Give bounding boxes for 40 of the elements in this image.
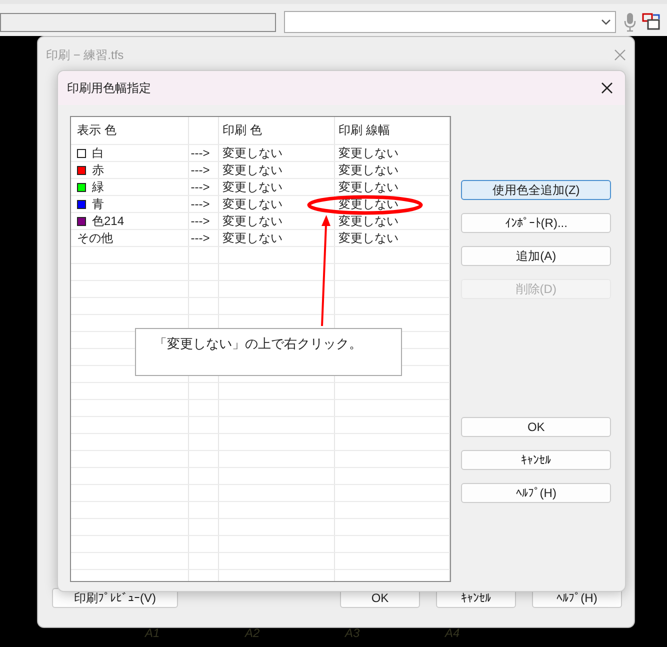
- dialog-button[interactable]: ﾍﾙﾌﾟ(H): [461, 483, 611, 503]
- callout: 「変更しない」の上で右クリック。: [135, 328, 402, 376]
- window-title: 印刷 − 練習.tfs: [46, 46, 124, 64]
- table-cell: 白: [92, 144, 104, 162]
- dialog-button[interactable]: OK: [461, 417, 611, 437]
- table-cell: --->: [188, 213, 219, 229]
- table-cell: 緑: [92, 178, 104, 196]
- dialog-button[interactable]: 追加(A): [461, 246, 611, 266]
- table-cell: 変更しない: [218, 162, 335, 178]
- table-cell: --->: [188, 196, 219, 212]
- table-cell: その他: [77, 230, 113, 246]
- table-cell: --->: [188, 145, 219, 161]
- column-header: 印刷 色: [218, 117, 335, 144]
- dialog-button[interactable]: 使用色全追加(Z): [461, 180, 611, 200]
- table-cell: 青: [92, 196, 104, 212]
- dialog-button[interactable]: ｷｬﾝｾﾙ: [461, 450, 611, 470]
- table-cell: --->: [188, 230, 219, 246]
- dialog-title: 印刷用色幅指定: [67, 80, 151, 96]
- table-cell: 変更しない: [334, 179, 450, 195]
- dialog-button[interactable]: ｲﾝﾎﾟｰﾄ(R)...: [461, 213, 611, 233]
- table-cell: 赤: [92, 162, 104, 178]
- microphone-icon[interactable]: [624, 12, 636, 32]
- table-cell: 変更しない: [334, 230, 450, 246]
- table-cell: --->: [188, 162, 219, 178]
- table-cell: 変更しない: [334, 162, 450, 178]
- table-cell: 変更しない: [218, 230, 335, 246]
- chevron-down-icon[interactable]: [601, 19, 611, 25]
- table-cell: 変更しない: [334, 213, 450, 229]
- table-cell: 変更しない: [334, 145, 450, 161]
- column-header: 表示 色: [71, 117, 189, 144]
- table-cell: 変更しない: [218, 196, 335, 212]
- table-cell: 色214: [92, 212, 124, 230]
- input-field[interactable]: [0, 12, 276, 32]
- table-cell: --->: [188, 179, 219, 195]
- dropdown-field[interactable]: [284, 11, 616, 33]
- windows-icon[interactable]: [642, 12, 662, 32]
- table-cell: 変更しない: [218, 145, 335, 161]
- close-icon[interactable]: [601, 82, 613, 94]
- column-header: 印刷 線幅: [334, 117, 450, 144]
- table-cell: 変更しない: [218, 179, 335, 195]
